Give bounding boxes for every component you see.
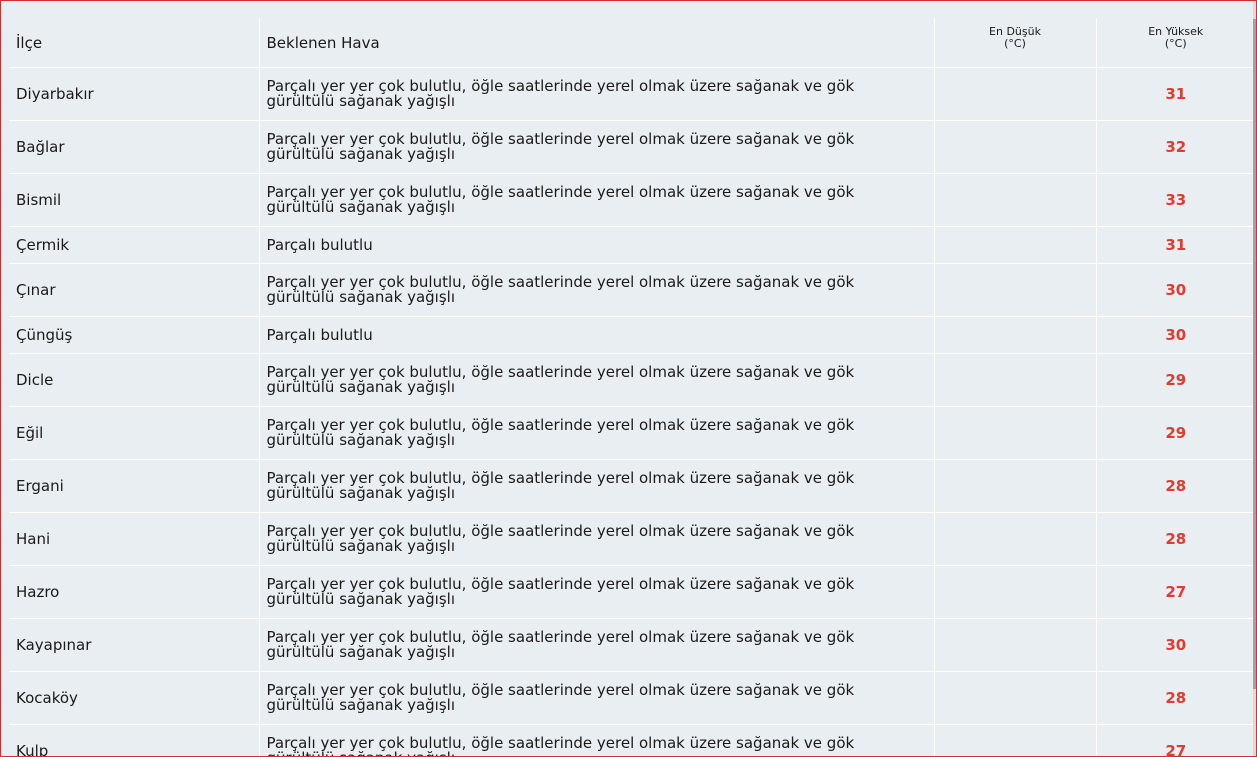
low-temp-cell <box>934 67 1097 121</box>
low-temp-cell <box>934 724 1097 756</box>
high-temp-cell: 31 <box>1096 67 1255 121</box>
high-temp-cell: 27 <box>1096 565 1255 619</box>
weather-cell: Parçalı bulutlu <box>259 226 935 264</box>
district-cell: Çermik <box>9 226 260 264</box>
district-cell: Hazro <box>9 565 260 619</box>
header-low-temp: En Düşük (°C) <box>934 18 1097 68</box>
low-temp-cell <box>934 671 1097 725</box>
weather-cell: Parçalı yer yer çok bulutlu, öğle saatle… <box>259 406 935 460</box>
table-row: Hani Parçalı yer yer çok bulutlu, öğle sa… <box>9 512 1255 566</box>
district-cell: Kocaköy <box>9 671 260 725</box>
header-high-temp: En Yüksek (°C) <box>1096 18 1255 68</box>
weather-cell: Parçalı yer yer çok bulutlu, öğle saatle… <box>259 724 935 756</box>
header-high-unit: (°C) <box>1164 37 1187 50</box>
table-body: Diyarbakır Parçalı yer yer çok bulutlu, ö… <box>9 67 1255 756</box>
weather-cell: Parçalı yer yer çok bulutlu, öğle saatle… <box>259 353 935 407</box>
district-cell: Bağlar <box>9 120 260 174</box>
table-row: Diyarbakır Parçalı yer yer çok bulutlu, ö… <box>9 67 1255 121</box>
low-temp-cell <box>934 565 1097 619</box>
header-district: İlçe <box>9 18 260 68</box>
high-temp-cell: 29 <box>1096 406 1255 460</box>
header-weather: Beklenen Hava <box>259 18 935 68</box>
table-row: Kulp Parçalı yer yer çok bulutlu, öğle sa… <box>9 724 1255 756</box>
low-temp-cell <box>934 512 1097 566</box>
weather-cell: Parçalı bulutlu <box>259 316 935 354</box>
weather-cell: Parçalı yer yer çok bulutlu, öğle saatle… <box>259 512 935 566</box>
weather-cell: Parçalı yer yer çok bulutlu, öğle saatle… <box>259 671 935 725</box>
weather-cell: Parçalı yer yer çok bulutlu, öğle saatle… <box>259 618 935 672</box>
weather-cell: Parçalı yer yer çok bulutlu, öğle saatle… <box>259 565 935 619</box>
table-row: Bismil Parçalı yer yer çok bulutlu, öğle … <box>9 173 1255 227</box>
weather-cell: Parçalı yer yer çok bulutlu, öğle saatle… <box>259 120 935 174</box>
table-row: Bağlar Parçalı yer yer çok bulutlu, öğle … <box>9 120 1255 174</box>
district-cell: Kayapınar <box>9 618 260 672</box>
low-temp-cell <box>934 120 1097 174</box>
table-row: Kayapınar Parçalı yer yer çok bulutlu, öğ… <box>9 618 1255 672</box>
forecast-panel: İlçe Beklenen Hava En Düşük (°C) En Yüks… <box>0 0 1257 757</box>
low-temp-cell <box>934 353 1097 407</box>
weather-cell: Parçalı yer yer çok bulutlu, öğle saatle… <box>259 173 935 227</box>
low-temp-cell <box>934 173 1097 227</box>
district-forecast-table: İlçe Beklenen Hava En Düşük (°C) En Yüks… <box>9 18 1255 756</box>
scrollbar-thumb[interactable] <box>1253 19 1256 689</box>
header-low-unit: (°C) <box>1004 37 1026 50</box>
high-temp-cell: 30 <box>1096 618 1255 672</box>
weather-cell: Parçalı yer yer çok bulutlu, öğle saatle… <box>259 263 935 317</box>
low-temp-cell <box>934 618 1097 672</box>
high-temp-cell: 32 <box>1096 120 1255 174</box>
low-temp-cell <box>934 459 1097 513</box>
high-temp-cell: 28 <box>1096 459 1255 513</box>
high-temp-cell: 28 <box>1096 512 1255 566</box>
high-temp-cell: 27 <box>1096 724 1255 756</box>
district-cell: Ergani <box>9 459 260 513</box>
weather-cell: Parçalı yer yer çok bulutlu, öğle saatle… <box>259 459 935 513</box>
district-cell: Kulp <box>9 724 260 756</box>
district-cell: Çüngüş <box>9 316 260 354</box>
table-header: İlçe Beklenen Hava En Düşük (°C) En Yüks… <box>9 18 1255 68</box>
low-temp-cell <box>934 406 1097 460</box>
table-row: Dicle Parçalı yer yer çok bulutlu, öğle s… <box>9 353 1255 407</box>
district-cell: Hani <box>9 512 260 566</box>
district-cell: Diyarbakır <box>9 67 260 121</box>
district-cell: Bismil <box>9 173 260 227</box>
district-cell: Eğil <box>9 406 260 460</box>
district-cell: Çınar <box>9 263 260 317</box>
low-temp-cell <box>934 316 1097 354</box>
low-temp-cell <box>934 226 1097 264</box>
table-row: Kocaköy Parçalı yer yer çok bulutlu, öğle… <box>9 671 1255 725</box>
vertical-scrollbar[interactable] <box>1253 1 1256 756</box>
table-row: Çınar Parçalı yer yer çok bulutlu, öğle s… <box>9 263 1255 317</box>
high-temp-cell: 30 <box>1096 316 1255 354</box>
table-row: Çüngüş Parçalı bulutlu 30 <box>9 316 1255 354</box>
table-row: Hazro Parçalı yer yer çok bulutlu, öğle s… <box>9 565 1255 619</box>
high-temp-cell: 33 <box>1096 173 1255 227</box>
table-row: Çermik Parçalı bulutlu 31 <box>9 226 1255 264</box>
high-temp-cell: 28 <box>1096 671 1255 725</box>
weather-cell: Parçalı yer yer çok bulutlu, öğle saatle… <box>259 67 935 121</box>
table-row: Ergani Parçalı yer yer çok bulutlu, öğle … <box>9 459 1255 513</box>
table-row: Eğil Parçalı yer yer çok bulutlu, öğle sa… <box>9 406 1255 460</box>
district-cell: Dicle <box>9 353 260 407</box>
high-temp-cell: 29 <box>1096 353 1255 407</box>
high-temp-cell: 31 <box>1096 226 1255 264</box>
low-temp-cell <box>934 263 1097 317</box>
high-temp-cell: 30 <box>1096 263 1255 317</box>
